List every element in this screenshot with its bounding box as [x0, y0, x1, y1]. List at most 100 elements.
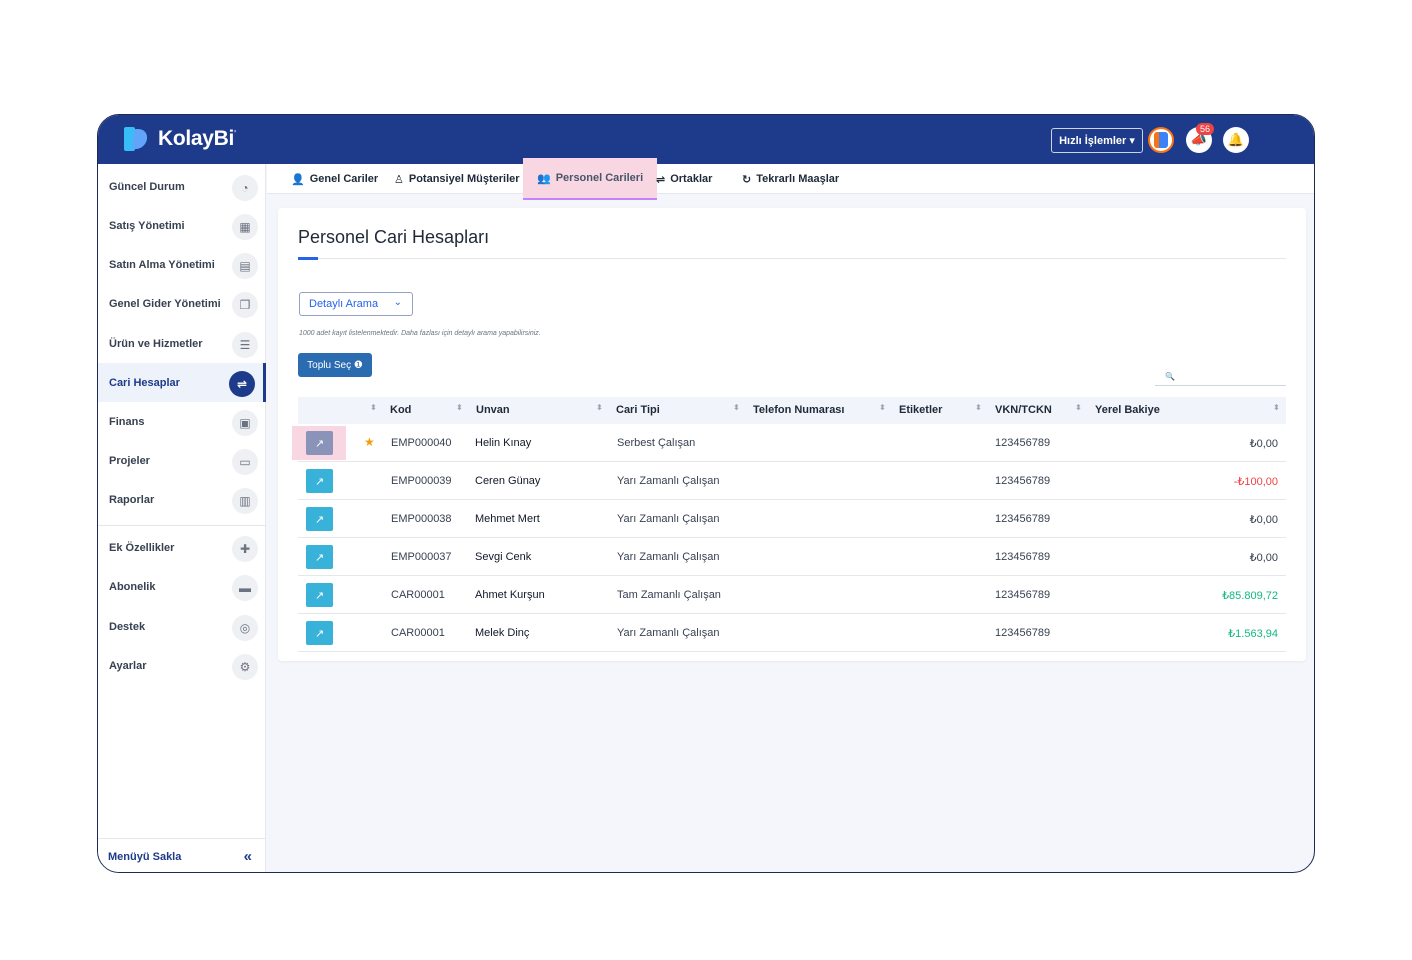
external-link-icon: ↗ [314, 513, 325, 526]
cell-vkn: 123456789 [995, 475, 1051, 487]
cell-unvan[interactable]: Melek Dinç [475, 627, 529, 639]
sidebar-item-raporlar[interactable]: Raporlar ▥ [98, 480, 266, 519]
company-avatar[interactable] [1148, 127, 1174, 153]
cell-bakiye: ₺0,00 [1249, 438, 1278, 450]
hide-menu-button[interactable]: Menüyü Sakla « [98, 838, 266, 872]
star-icon[interactable]: ★ [364, 435, 375, 449]
cell-bakiye: ₺1.563,94 [1228, 628, 1278, 640]
content-card: Personel Cari Hesapları Detaylı Arama ⌄ 1… [278, 208, 1306, 661]
sidebar-item-urun-hizmet[interactable]: Ürün ve Hizmetler ☰ [98, 324, 266, 363]
chevrons-left-icon: « [243, 848, 252, 865]
bulk-select-button[interactable]: Toplu Seç ❶ [298, 353, 372, 377]
bell-icon[interactable]: 🔔 [1223, 127, 1249, 153]
tab-potansiyel-musteriler[interactable]: ♙ Potansiyel Müşteriler [394, 164, 520, 194]
table-row[interactable]: ↗ CAR00001 Melek Dinç Yarı Zamanlı Çalış… [298, 614, 1286, 652]
quick-actions-button[interactable]: Hızlı İşlemler ▾ [1051, 128, 1143, 153]
user-outline-icon: ♙ [394, 173, 404, 186]
title-accent [298, 257, 318, 260]
edit-button[interactable]: ↗ [306, 621, 333, 645]
sort-icon[interactable]: ⬍ [456, 403, 463, 412]
cell-kod: EMP000037 [391, 551, 452, 563]
external-link-icon: ↗ [314, 551, 325, 564]
edit-button[interactable]: ↗ [306, 431, 333, 455]
edit-button[interactable]: ↗ [306, 583, 333, 607]
cell-bakiye: ₺85.809,72 [1222, 590, 1278, 602]
sidebar-item-projeler[interactable]: Projeler ▭ [98, 441, 266, 480]
cell-unvan[interactable]: Mehmet Mert [475, 513, 540, 525]
cell-unvan[interactable]: Ceren Günay [475, 475, 540, 487]
table-row[interactable]: ↗ EMP000038 Mehmet Mert Yarı Zamanlı Çal… [298, 500, 1286, 538]
column-etiketler[interactable]: Etiketler [899, 404, 942, 416]
table-row[interactable]: ↗ EMP000039 Ceren Günay Yarı Zamanlı Çal… [298, 462, 1286, 500]
sidebar-item-cari-hesaplar[interactable]: Cari Hesaplar ⇌ [98, 363, 266, 402]
sort-icon[interactable]: ⬍ [733, 403, 740, 412]
sort-icon[interactable]: ⬍ [596, 403, 603, 412]
sort-icon[interactable]: ⬍ [879, 403, 886, 412]
cell-unvan[interactable]: Sevgi Cenk [475, 551, 531, 563]
external-link-icon: ↗ [314, 627, 325, 640]
cell-unvan[interactable]: Ahmet Kurşun [475, 589, 545, 601]
user-icon: 👤 [291, 173, 305, 186]
sidebar-item-abonelik[interactable]: Abonelik ▬ [98, 567, 266, 606]
chevron-down-icon: ⌄ [393, 297, 402, 308]
column-cari-tipi[interactable]: Cari Tipi [616, 404, 660, 416]
gears-icon: ⚙ [232, 654, 258, 680]
sort-icon[interactable]: ⬍ [975, 403, 982, 412]
cell-kod: CAR00001 [391, 627, 445, 639]
sort-icon[interactable]: ⬍ [1273, 403, 1280, 412]
cell-vkn: 123456789 [995, 589, 1051, 601]
column-vkn[interactable]: VKN/TCKN [995, 404, 1052, 416]
cell-cari-tipi: Yarı Zamanlı Çalışan [617, 475, 720, 487]
sidebar-item-genel-gider[interactable]: Genel Gider Yönetimi ❐ [98, 284, 266, 323]
column-kod[interactable]: Kod [390, 404, 411, 416]
tab-tekrarli-maaslar[interactable]: ↻ Tekrarlı Maaşlar [742, 164, 839, 194]
cell-kod: EMP000040 [391, 437, 452, 449]
sidebar-item-satin-alma[interactable]: Satın Alma Yönetimi ▤ [98, 245, 266, 284]
brand-logo[interactable]: KolayBi' [124, 127, 236, 151]
folder-icon: ▭ [232, 449, 258, 475]
calculator-icon: ▦ [232, 214, 258, 240]
edit-button[interactable]: ↗ [306, 545, 333, 569]
sidebar-item-finans[interactable]: Finans ▣ [98, 402, 266, 441]
card-icon: ▬ [232, 575, 258, 601]
cell-bakiye: -₺100,00 [1233, 476, 1278, 488]
sidebar-item-guncel-durum[interactable]: Güncel Durum ◔ [98, 167, 266, 206]
cell-cari-tipi: Serbest Çalışan [617, 437, 696, 449]
cell-vkn: 123456789 [995, 513, 1051, 525]
search-input[interactable] [1155, 385, 1286, 386]
top-bar: KolayBi' Hızlı İşlemler ▾ 📣 56 🔔 [98, 115, 1314, 164]
table-row[interactable]: ↗ EMP000037 Sevgi Cenk Yarı Zamanlı Çalı… [298, 538, 1286, 576]
external-link-icon: ↗ [314, 589, 325, 602]
column-unvan[interactable]: Unvan [476, 404, 510, 416]
sidebar-item-ek-ozellikler[interactable]: Ek Özellikler ✚ [98, 528, 266, 567]
notice-badge: 56 [1196, 123, 1215, 135]
record-count-note: 1000 adet kayıt listelenmektedir. Daha f… [299, 330, 541, 337]
tab-genel-cariler[interactable]: 👤 Genel Cariler [291, 164, 378, 194]
cell-bakiye: ₺0,00 [1249, 514, 1278, 526]
cell-unvan[interactable]: Helin Kınay [475, 437, 531, 449]
logo-icon [124, 127, 150, 151]
cell-vkn: 123456789 [995, 437, 1051, 449]
detailed-search-button[interactable]: Detaylı Arama ⌄ [299, 292, 413, 316]
sort-icon[interactable]: ⬍ [1075, 403, 1082, 412]
external-link-icon: ↗ [314, 475, 325, 488]
tab-personel-carileri[interactable]: 👥 Personel Carileri [523, 158, 658, 200]
handshake-icon: ⇌ [229, 371, 255, 397]
cell-vkn: 123456789 [995, 551, 1051, 563]
users-icon: 👥 [537, 172, 551, 185]
sort-icon[interactable]: ⬍ [370, 403, 377, 412]
sidebar-item-satis[interactable]: Satış Yönetimi ▦ [98, 206, 266, 245]
handshake-icon: ⇌ [656, 173, 666, 186]
table-row[interactable]: ↗ CAR00001 Ahmet Kurşun Tam Zamanlı Çalı… [298, 576, 1286, 614]
edit-button[interactable]: ↗ [306, 507, 333, 531]
column-telefon[interactable]: Telefon Numarası [753, 404, 845, 416]
table-row[interactable]: ↗ ★ EMP000040 Helin Kınay Serbest Çalışa… [292, 424, 1286, 462]
tab-ortaklar[interactable]: ⇌ Ortaklar [656, 164, 712, 194]
column-yerel-bakiye[interactable]: Yerel Bakiye [1095, 404, 1160, 416]
page-title: Personel Cari Hesapları [298, 227, 490, 247]
cell-bakiye: ₺0,00 [1249, 552, 1278, 564]
sidebar-item-destek[interactable]: Destek ◎ [98, 607, 266, 646]
chart-icon: ▥ [232, 488, 258, 514]
sidebar-item-ayarlar[interactable]: Ayarlar ⚙ [98, 646, 266, 685]
edit-button[interactable]: ↗ [306, 469, 333, 493]
